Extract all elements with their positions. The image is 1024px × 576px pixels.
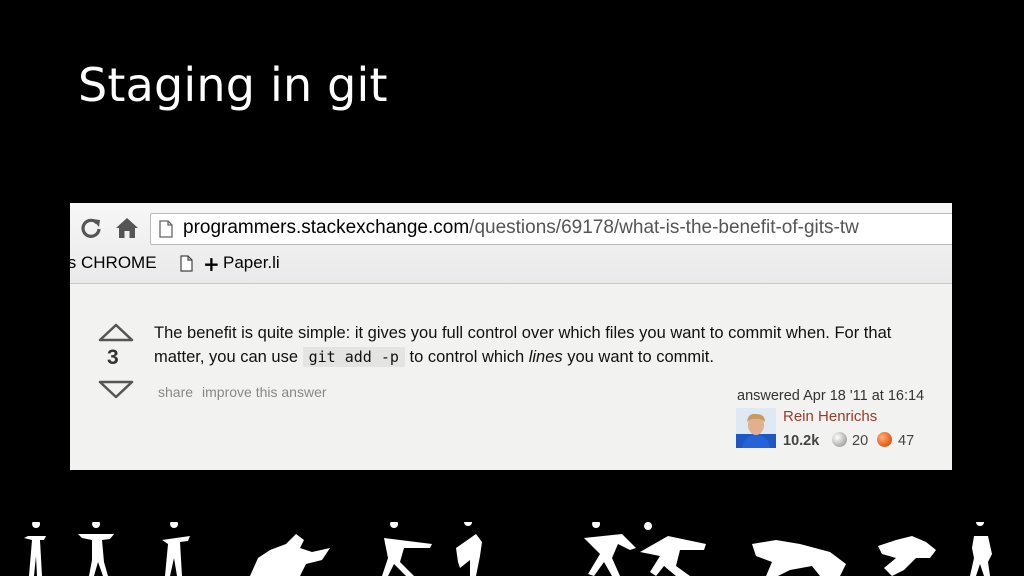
bookmark-paper-li[interactable]: Paper.li xyxy=(223,253,280,273)
page-icon xyxy=(159,220,173,238)
dancer-silhouettes-decoration xyxy=(24,522,992,576)
user-name-link[interactable]: Rein Henrichs xyxy=(783,408,877,425)
bronze-badge-icon xyxy=(877,432,892,447)
answer-post: 3 The benefit is quite simple: it gives … xyxy=(70,284,952,470)
answer-text-2: to control which xyxy=(404,348,529,366)
home-icon[interactable] xyxy=(115,217,139,239)
address-bar[interactable]: programmers.stackexchange.com/questions/… xyxy=(150,213,952,245)
browser-screenshot: programmers.stackexchange.com/questions/… xyxy=(70,203,952,470)
bronze-badge-count: 47 xyxy=(898,433,915,449)
code-snippet: git add -p xyxy=(302,347,405,367)
reputation-score: 10.2k xyxy=(783,433,820,449)
vote-down-icon[interactable] xyxy=(98,380,134,400)
emphasis-text: lines xyxy=(528,348,563,366)
url-domain: programmers.stackexchange.com xyxy=(183,217,470,238)
slide-title: Staging in git xyxy=(78,58,388,112)
url-text: programmers.stackexchange.com/questions/… xyxy=(183,217,859,239)
browser-toolbar: programmers.stackexchange.com/questions/… xyxy=(70,203,952,284)
silver-badge-count: 20 xyxy=(852,433,869,449)
answer-text-3: you want to commit. xyxy=(562,348,714,366)
reload-icon[interactable] xyxy=(80,217,102,239)
vote-count: 3 xyxy=(107,346,119,369)
silver-badge-icon xyxy=(832,432,847,447)
bookmark-is-chrome[interactable]: is CHROME xyxy=(70,253,157,273)
improve-answer-link[interactable]: improve this answer xyxy=(202,384,327,400)
answered-timestamp: answered Apr 18 '11 at 16:14 xyxy=(737,388,925,404)
plus-icon: + xyxy=(203,252,220,276)
avatar[interactable] xyxy=(736,408,776,448)
vote-up-icon[interactable] xyxy=(98,322,134,342)
post-menu: share improve this answer xyxy=(158,384,336,400)
url-path: /questions/69178/what-is-the-benefit-of-… xyxy=(469,217,859,238)
answer-body: The benefit is quite simple: it gives yo… xyxy=(154,321,944,369)
share-link[interactable]: share xyxy=(158,384,193,400)
bookmarks-bar: is CHROME + Paper.li xyxy=(70,251,952,279)
document-icon xyxy=(180,255,193,272)
